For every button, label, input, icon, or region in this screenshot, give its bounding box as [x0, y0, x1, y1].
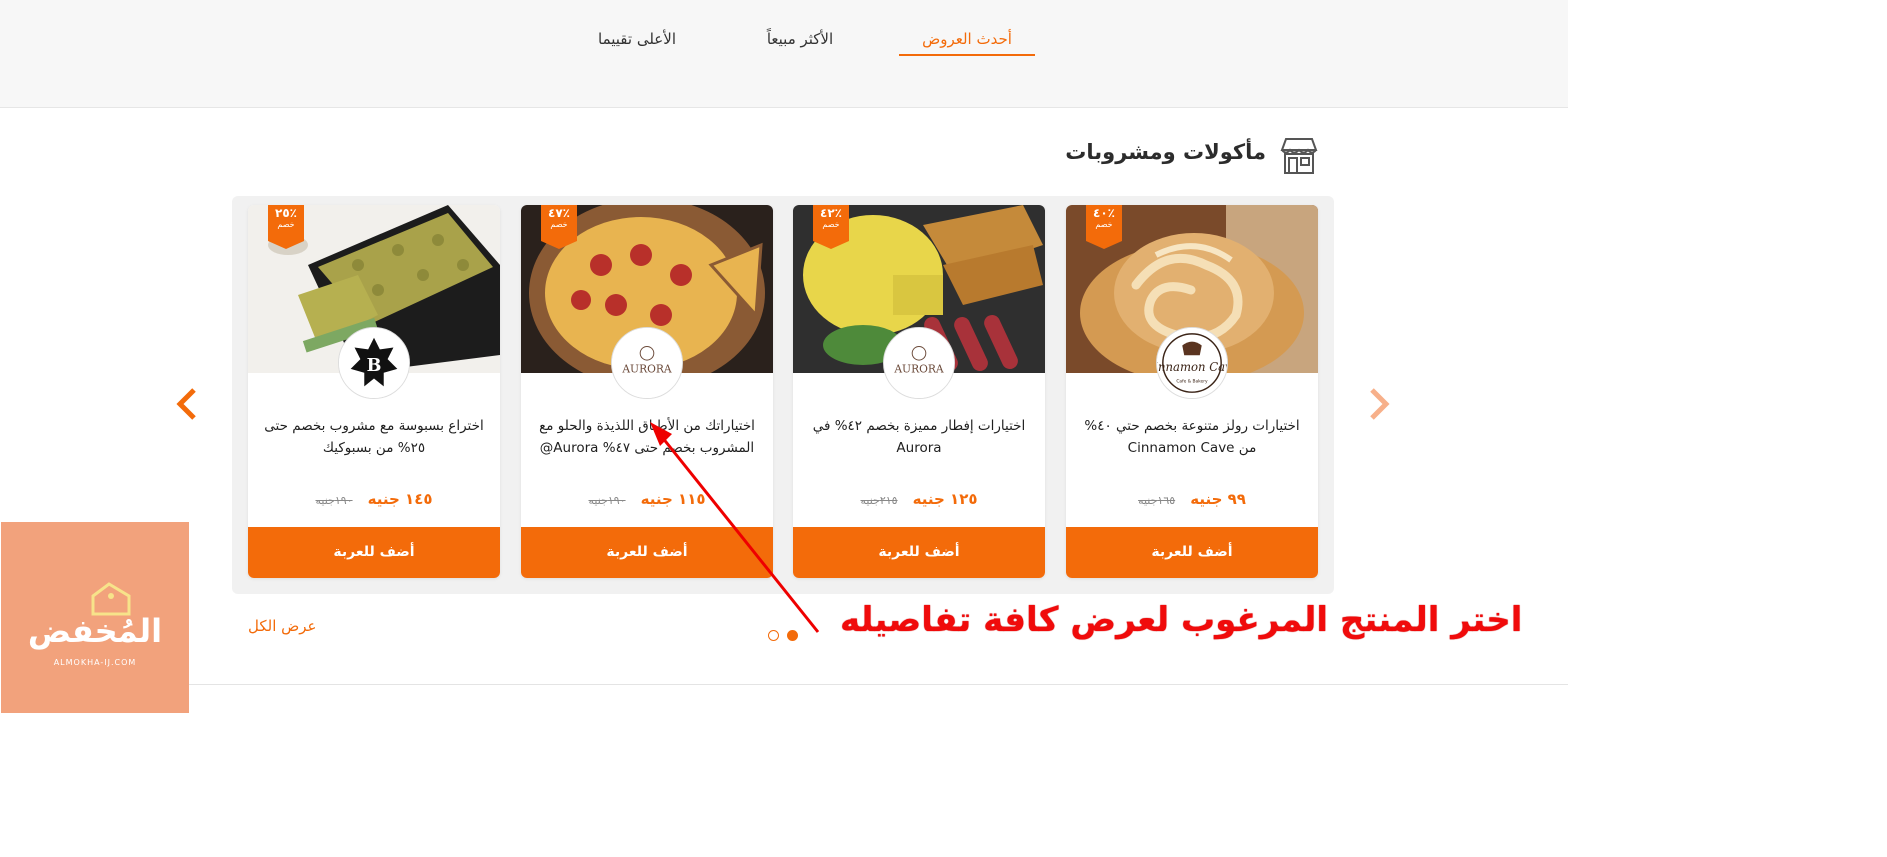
store-icon [1280, 138, 1318, 174]
section-title: مأكولات ومشروبات [1065, 140, 1266, 164]
brand-logo-aurora: AURORA [883, 327, 955, 399]
current-price: ١٢٥ جنيه [912, 490, 978, 508]
discount-badge: ٤٠٪ خصم [1086, 205, 1122, 249]
watermark-subtext: ALMOKHA-IJ.COM [53, 658, 137, 667]
pagination-dot[interactable] [768, 630, 779, 641]
tab-top-rated[interactable]: الأعلى تقييما [578, 28, 696, 56]
tab-best-selling[interactable]: الأكثر مبيعاً [742, 28, 858, 56]
annotation-text: اختر المنتج المرغوب لعرض كافة تفاصيله [840, 600, 1523, 640]
product-title[interactable]: اختيارات إفطار مميزة بخصم ٤٢% في Aurora [803, 415, 1035, 459]
carousel-pagination [767, 630, 803, 644]
product-card[interactable]: ٤٠٪ خصم Cinnamon Cave Cafe & Bakery اختي… [1066, 205, 1318, 578]
watermark-text: المُخفض [27, 612, 163, 650]
add-to-cart-button[interactable]: أضف للعربة [793, 527, 1045, 578]
current-price: ٩٩ جنيه [1190, 490, 1246, 508]
brand-logo-aurora: AURORA [611, 327, 683, 399]
see-all-link[interactable]: عرض الكل [248, 617, 317, 635]
tabs-bar: أحدث العروض الأكثر مبيعاً الأعلى تقييما [0, 0, 1568, 108]
brand-logo-cinnamon-cave: Cinnamon Cave Cafe & Bakery [1156, 327, 1228, 399]
product-title[interactable]: اختراع بسبوسة مع مشروب بخصم حتى ٢٥% من ب… [258, 415, 490, 459]
watermark-logo: المُخفض ALMOKHA-IJ.COM [1, 522, 189, 713]
old-price: ١٩٠جنيه [588, 494, 626, 507]
product-card[interactable]: ٢٥٪ خصم B اختراع بسبوسة مع مشروب بخصم حت… [248, 205, 500, 578]
current-price: ١٤٥ جنيه [367, 490, 433, 508]
brand-logo-basbucake: B [338, 327, 410, 399]
add-to-cart-button[interactable]: أضف للعربة [1066, 527, 1318, 578]
product-title[interactable]: اختياراتك من الأطباق اللذيذة والحلو مع ا… [531, 415, 763, 459]
divider [189, 684, 1568, 685]
old-price: ١٩٠جنيه [315, 494, 353, 507]
svg-text:AURORA: AURORA [621, 363, 672, 376]
price-row: ٩٩ جنيه ١٦٥جنيه [1066, 489, 1318, 508]
add-to-cart-button[interactable]: أضف للعربة [248, 527, 500, 578]
tab-latest-offers[interactable]: أحدث العروض [899, 28, 1035, 56]
product-title[interactable]: اختيارات رولز متنوعة بخصم حتي ٤٠% من Cin… [1076, 415, 1308, 459]
svg-text:Cinnamon Cave: Cinnamon Cave [1156, 360, 1228, 374]
price-row: ١١٥ جنيه ١٩٠جنيه [521, 489, 773, 508]
price-row: ١٤٥ جنيه ١٩٠جنيه [248, 489, 500, 508]
pagination-dot-active[interactable] [787, 630, 798, 641]
product-card[interactable]: ٤٧٪ خصم AURORA اختياراتك من الأطباق اللذ… [521, 205, 773, 578]
discount-badge: ٤٢٪ خصم [813, 205, 849, 249]
svg-text:B: B [367, 356, 382, 376]
svg-text:Cafe & Bakery: Cafe & Bakery [1176, 378, 1208, 384]
chevron-left-icon[interactable] [172, 386, 200, 422]
current-price: ١١٥ جنيه [640, 490, 706, 508]
add-to-cart-button[interactable]: أضف للعربة [521, 527, 773, 578]
price-row: ١٢٥ جنيه ٢١٥جنيه [793, 489, 1045, 508]
product-card[interactable]: ٤٢٪ خصم AURORA اختيارات إفطار مميزة بخصم… [793, 205, 1045, 578]
discount-badge: ٤٧٪ خصم [541, 205, 577, 249]
old-price: ٢١٥جنيه [860, 494, 898, 507]
svg-text:AURORA: AURORA [893, 363, 944, 376]
discount-badge: ٢٥٪ خصم [268, 205, 304, 249]
old-price: ١٦٥جنيه [1138, 494, 1176, 507]
chevron-right-icon[interactable] [1366, 386, 1394, 422]
